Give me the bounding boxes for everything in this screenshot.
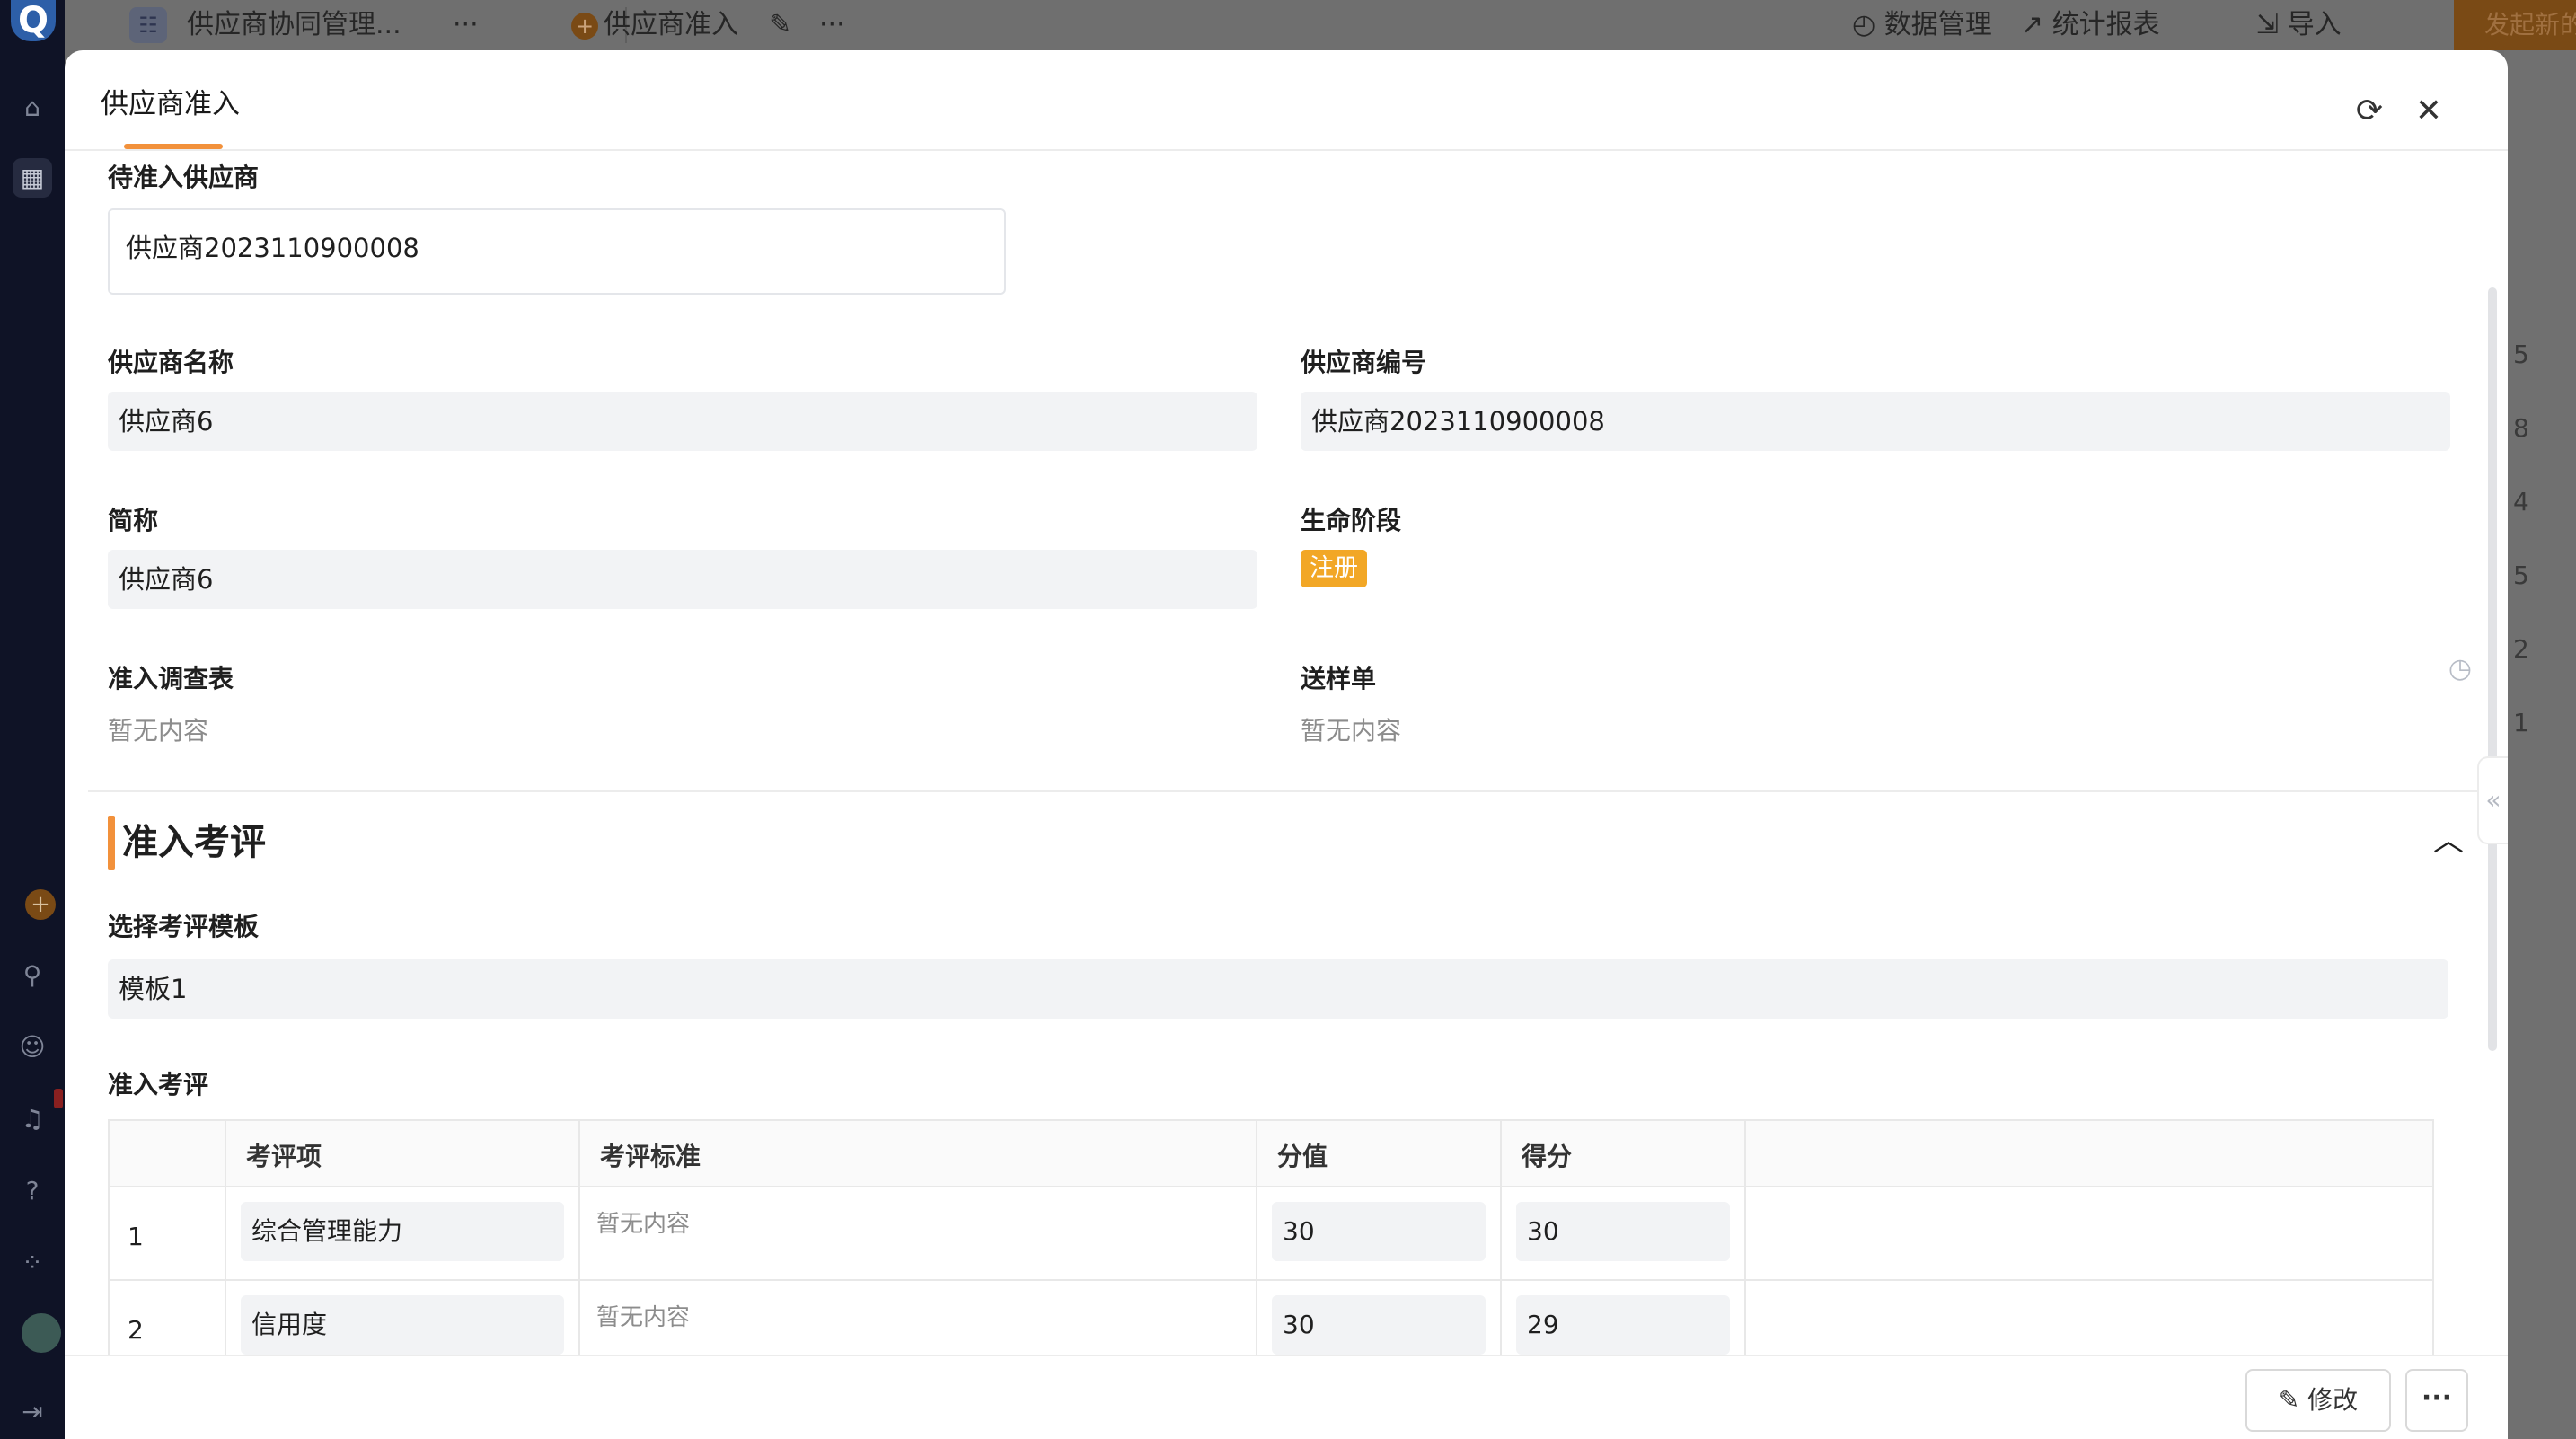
header-blank <box>1746 1121 2432 1186</box>
help-icon[interactable]: ? <box>18 1177 47 1205</box>
supplier-admission-modal: 供应商准入 ⟳ ✕ 待准入供应商 供应商2023110900008 供应商名称 … <box>65 50 2508 1439</box>
import-button[interactable]: ⇲ 导入 <box>2256 7 2342 43</box>
table-row: 1 综合管理能力 暂无内容 30 30 <box>110 1187 2432 1281</box>
template-label: 选择考评模板 <box>108 912 260 941</box>
header-cell: 分值 <box>1257 1121 1502 1186</box>
header-cell: 考评标准 <box>580 1121 1257 1186</box>
expand-sidebar-icon[interactable]: ⇥ <box>18 1398 47 1426</box>
header-standard: 考评标准 <box>600 1142 701 1171</box>
short-name-field[interactable]: 供应商6 <box>108 550 1257 609</box>
import-label: 导入 <box>2287 9 2342 40</box>
app-icon: ☷ <box>129 7 167 43</box>
top-bar: ☷ 供应商协同管理... ··· + 供应商准入 ✎ ··· ◴ 数据管理 ↗ … <box>65 0 2576 50</box>
header-score: 得分 <box>1522 1142 1573 1171</box>
refresh-icon[interactable]: ⟳ <box>2351 93 2387 129</box>
app-logo: Q <box>11 0 56 41</box>
row-index: 1 <box>128 1222 144 1251</box>
bg-digit: 5 <box>2513 340 2529 369</box>
bg-digit: 2 <box>2513 634 2529 664</box>
search-icon[interactable]: ⚲ <box>18 961 47 990</box>
add-page-icon[interactable]: + <box>571 13 598 40</box>
row-index: 2 <box>128 1315 144 1345</box>
edit-label: 修改 <box>2307 1385 2359 1415</box>
history-icon[interactable]: ◷ <box>2447 656 2474 683</box>
lifecycle-tag: 注册 <box>1301 550 1367 587</box>
edit-button[interactable]: ✎ 修改 <box>2245 1369 2391 1432</box>
bg-digit: 1 <box>2513 708 2529 737</box>
standard-empty-text: 暂无内容 <box>596 1211 691 1238</box>
item-cell: 综合管理能力 <box>226 1187 580 1279</box>
modal-header: 供应商准入 ⟳ ✕ <box>65 50 2508 151</box>
header-index <box>110 1121 226 1186</box>
modal-title[interactable]: 供应商准入 <box>101 81 240 121</box>
bg-digit: 4 <box>2513 487 2529 516</box>
left-rail: Q ⌂ ▦ + ⚲ ☺ ♫ ? ⁘ ⇥ <box>0 0 65 1439</box>
apps-grid-icon[interactable]: ▦ <box>13 158 52 198</box>
lifecycle-label: 生命阶段 <box>1301 506 1402 535</box>
score-field[interactable]: 29 <box>1516 1295 1730 1355</box>
app-name[interactable]: 供应商协同管理... <box>187 7 401 43</box>
header-cell: 得分 <box>1502 1121 1746 1186</box>
active-tab-underline <box>124 144 223 149</box>
edit-icon: ✎ <box>2278 1385 2300 1415</box>
section-title: 准入考评 <box>122 822 266 863</box>
page-more-button[interactable]: ··· <box>819 7 845 43</box>
survey-label: 准入调查表 <box>108 664 234 693</box>
item-field[interactable]: 综合管理能力 <box>241 1202 564 1261</box>
supplier-code-label: 供应商编号 <box>1301 348 1427 377</box>
users-icon[interactable]: ☺ <box>18 1033 47 1062</box>
user-avatar[interactable] <box>22 1313 61 1353</box>
collapse-panel-icon[interactable]: « <box>2477 756 2508 844</box>
section-divider <box>88 790 2490 792</box>
score-field[interactable]: 30 <box>1516 1202 1730 1261</box>
pending-supplier-field[interactable]: 供应商2023110900008 <box>108 208 1006 295</box>
pending-supplier-label: 待准入供应商 <box>108 163 260 192</box>
value-field[interactable]: 30 <box>1272 1202 1486 1261</box>
header-value: 分值 <box>1277 1142 1328 1171</box>
supplier-code-field[interactable]: 供应商2023110900008 <box>1301 392 2450 451</box>
item-field[interactable]: 信用度 <box>241 1295 564 1355</box>
reports-label: 统计报表 <box>2051 9 2160 40</box>
short-name-label: 简称 <box>108 506 159 535</box>
data-manage-button[interactable]: ◴ 数据管理 <box>1852 7 1992 43</box>
reports-button[interactable]: ↗ 统计报表 <box>2021 7 2160 43</box>
page-name[interactable]: 供应商准入 <box>604 7 738 43</box>
value-field[interactable]: 30 <box>1272 1295 1486 1355</box>
sample-order-empty-text: 暂无内容 <box>1301 716 1402 746</box>
app-more-button[interactable]: ··· <box>453 7 479 43</box>
supplier-name-label: 供应商名称 <box>108 348 234 377</box>
evaluation-table-label: 准入考评 <box>108 1070 209 1099</box>
value-cell: 30 <box>1257 1187 1502 1279</box>
supplier-name-field[interactable]: 供应商6 <box>108 392 1257 451</box>
standard-empty-text: 暂无内容 <box>596 1304 691 1331</box>
bg-digit: 5 <box>2513 561 2529 590</box>
template-field[interactable]: 模板1 <box>108 959 2448 1019</box>
modal-footer: ✎ 修改 ··· <box>65 1355 2508 1439</box>
bell-icon[interactable]: ♫ <box>18 1105 47 1134</box>
standard-cell: 暂无内容 <box>580 1187 1257 1279</box>
header-item: 考评项 <box>246 1142 322 1171</box>
row-index-cell: 1 <box>110 1187 226 1279</box>
chevron-up-icon[interactable]: ︿ <box>2429 821 2468 861</box>
scrollbar[interactable] <box>2488 287 2497 1051</box>
header-cell: 考评项 <box>226 1121 580 1186</box>
data-manage-label: 数据管理 <box>1883 9 1992 40</box>
section-accent-bar <box>108 816 115 870</box>
home-icon[interactable]: ⌂ <box>18 93 47 122</box>
evaluation-table: 考评项 考评标准 分值 得分 1 综合管理能力 暂无内容 30 30 2 信用度… <box>108 1119 2434 1374</box>
more-options-button[interactable]: ··· <box>2405 1369 2468 1432</box>
notification-badge <box>54 1089 63 1108</box>
add-icon[interactable]: + <box>25 889 56 920</box>
table-header-row: 考评项 考评标准 分值 得分 <box>110 1121 2432 1187</box>
score-cell: 30 <box>1502 1187 1746 1279</box>
wrench-icon[interactable]: ✎ <box>769 7 791 43</box>
survey-empty-text: 暂无内容 <box>108 716 209 746</box>
blank-cell <box>1746 1187 2432 1279</box>
app-launcher-icon[interactable]: ⁘ <box>18 1249 47 1277</box>
bg-digit: 8 <box>2513 413 2529 443</box>
background-right-edge: 5 8 4 5 2 1 <box>2504 50 2576 1439</box>
close-icon[interactable]: ✕ <box>2411 93 2447 129</box>
sample-order-label: 送样单 <box>1301 664 1377 693</box>
start-new-button[interactable]: 发起新的 <box>2454 0 2576 50</box>
